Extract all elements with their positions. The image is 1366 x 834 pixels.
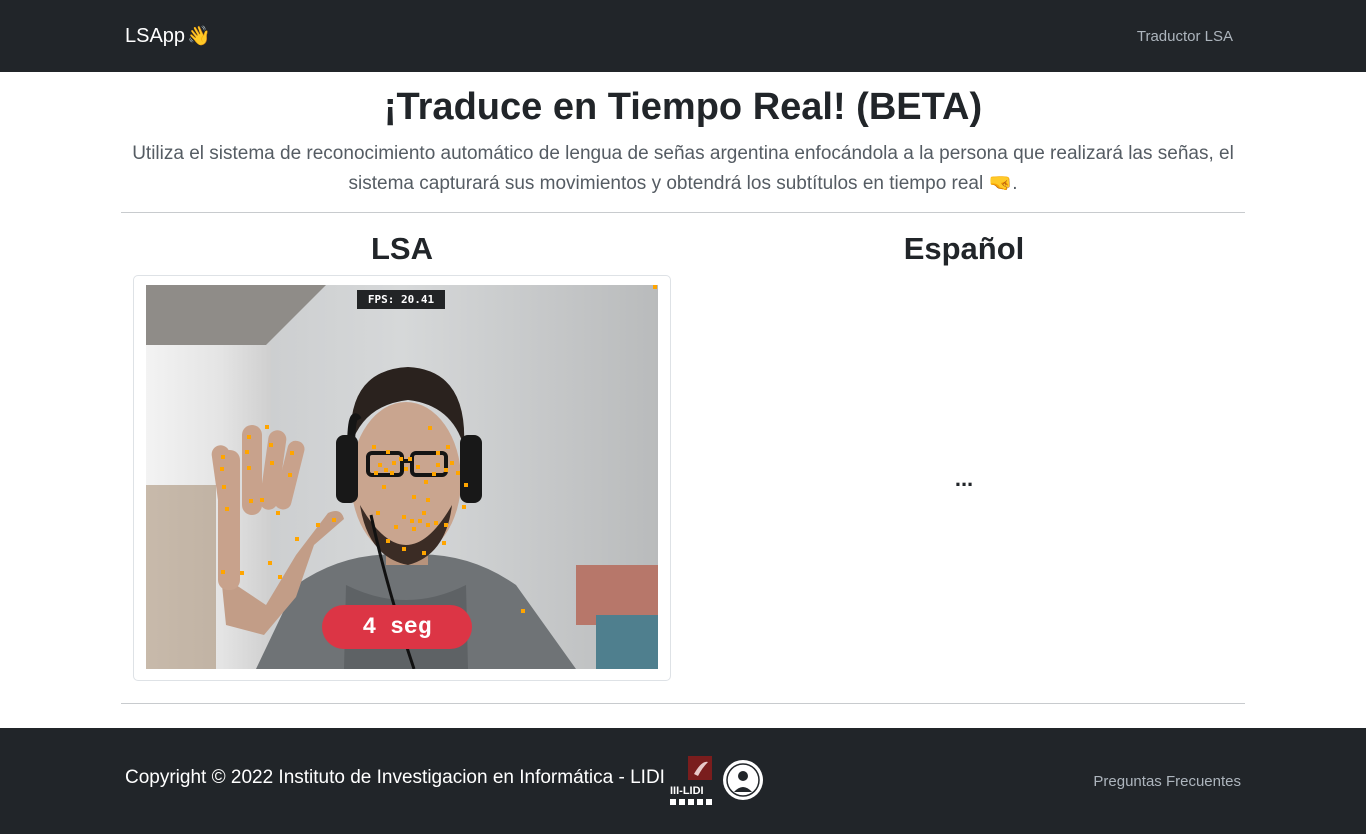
lsa-column-title: LSA: [371, 231, 433, 266]
webcam-card: FPS: 20.41 4 seg: [133, 275, 671, 681]
lidi-logo-text: III-LIDI: [670, 785, 704, 797]
brand-name: LSApp: [125, 25, 186, 47]
fist-bump-icon: 🤜: [988, 173, 1013, 194]
nav-link-traductor[interactable]: Traductor LSA: [1137, 28, 1233, 45]
page-description: Utiliza el sistema de reconocimiento aut…: [132, 143, 1234, 194]
description-text: Utiliza el sistema de reconocimiento aut…: [132, 143, 1234, 194]
lidi-logo-icon: III-LIDI: [670, 756, 763, 805]
translation-output: ...: [954, 466, 974, 491]
top-divider: [121, 212, 1245, 213]
countdown-badge: 4 seg: [322, 605, 472, 649]
waving-hand-icon: 👋: [187, 26, 211, 47]
copyright-text: Copyright © 2022 Instituto de Investigac…: [125, 767, 665, 788]
bottom-divider: [121, 703, 1245, 704]
brand-link[interactable]: LSApp 👋: [125, 25, 211, 48]
faq-link[interactable]: Preguntas Frecuentes: [1093, 773, 1241, 790]
footer-logos: III-LIDI: [668, 754, 768, 813]
fps-counter: FPS: 20.41: [357, 290, 445, 309]
top-navbar: LSApp 👋 Traductor LSA: [0, 0, 1366, 72]
webcam-feed: FPS: 20.41 4 seg: [146, 285, 658, 669]
spanish-column-title: Español: [903, 231, 1025, 266]
footer: Copyright © 2022 Instituto de Investigac…: [0, 728, 1366, 834]
page-title: ¡Traduce en Tiempo Real! (BETA): [383, 86, 983, 128]
